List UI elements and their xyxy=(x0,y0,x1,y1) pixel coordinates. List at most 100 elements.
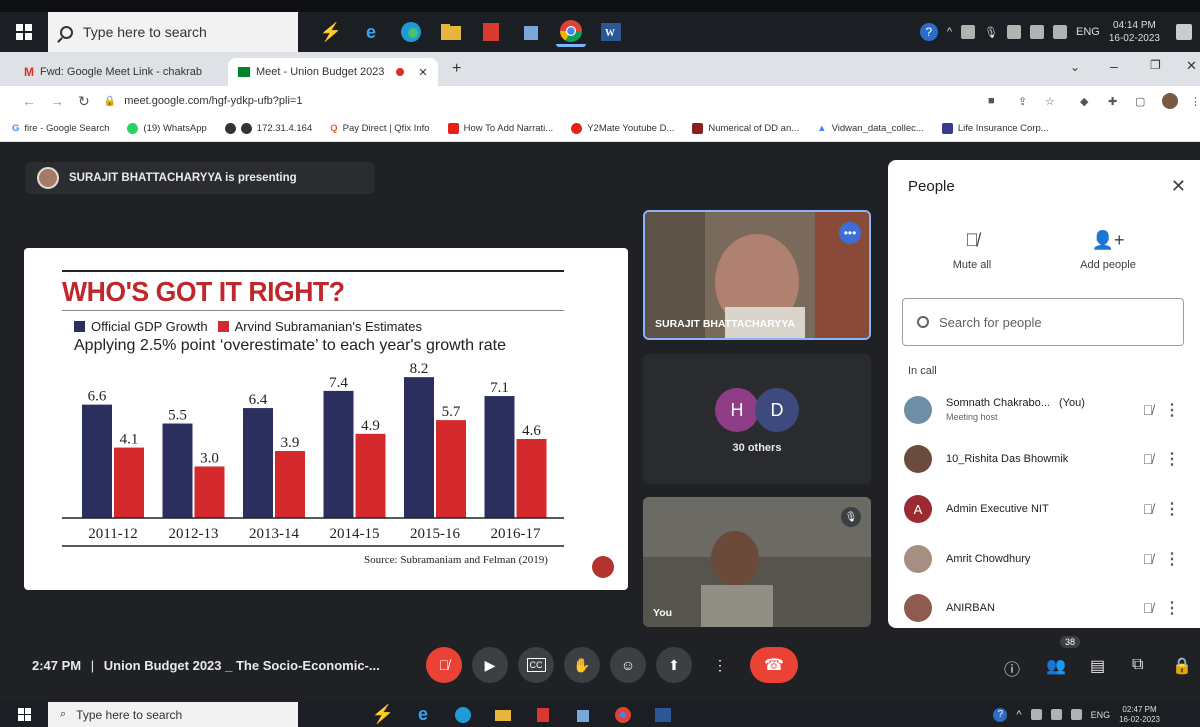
new-tab-icon[interactable]: + xyxy=(452,60,461,78)
store-icon[interactable] xyxy=(568,704,598,726)
more-options-icon[interactable]: ⋮ xyxy=(1160,400,1184,420)
minimize-icon[interactable]: – xyxy=(1110,58,1118,74)
chevron-up-icon[interactable]: ^ xyxy=(947,26,952,38)
participant-row[interactable]: ANIRBAN 🎙̸ ⋮ xyxy=(904,588,1184,628)
help-icon[interactable]: ? xyxy=(919,23,938,41)
pdf-icon[interactable] xyxy=(528,704,558,726)
help-icon[interactable]: ? xyxy=(993,707,1008,722)
language-indicator[interactable]: ENG xyxy=(1091,710,1111,720)
taskbar-search[interactable]: Type here to search xyxy=(48,12,298,52)
app-icon[interactable]: ⚡ xyxy=(316,17,346,47)
chrome-icon[interactable] xyxy=(556,17,586,47)
meeting-details-icon[interactable]: ⓘ xyxy=(1004,656,1020,680)
leave-call-button[interactable]: ☎ xyxy=(750,647,798,683)
captions-button[interactable]: CC xyxy=(518,647,554,683)
more-options-icon[interactable]: ⋮ xyxy=(1160,449,1184,469)
more-options-button[interactable]: ⋮ xyxy=(702,647,738,683)
sidepanel-icon[interactable]: ▢ xyxy=(1135,95,1145,108)
presenter-tile[interactable]: ••• SURAJIT BHATTACHARYYA xyxy=(643,210,871,340)
close-window-icon[interactable]: ✕ xyxy=(1186,58,1197,74)
extension-icon[interactable]: ◆ xyxy=(1080,95,1088,108)
profile-avatar[interactable] xyxy=(1162,93,1178,109)
url-input[interactable]: meet.google.com/hgf-ydkp-ufb?pli=1 xyxy=(124,95,302,107)
people-icon[interactable]: 👥 xyxy=(1046,656,1066,676)
taskbar-search[interactable]: ⌕ Type here to search xyxy=(48,702,298,727)
more-options-icon[interactable]: ⋮ xyxy=(1160,598,1184,618)
share-icon[interactable]: ⇪ xyxy=(1018,95,1027,108)
more-options-icon[interactable]: ⋮ xyxy=(1160,549,1184,569)
muted-mic-icon[interactable]: 🎙̸ xyxy=(1136,501,1160,517)
more-options-icon[interactable]: ⋮ xyxy=(1160,499,1184,519)
others-tile[interactable]: H D 30 others xyxy=(643,354,871,484)
notification-icon[interactable] xyxy=(1176,24,1192,40)
bookmark-item[interactable]: Y2Mate Youtube D... xyxy=(571,123,674,134)
forward-icon[interactable]: → xyxy=(50,93,64,109)
participant-row[interactable]: A Admin Executive NIT 🎙̸ ⋮ xyxy=(904,489,1184,529)
pdf-icon[interactable] xyxy=(476,17,506,47)
chrome-icon[interactable] xyxy=(608,704,638,726)
app-icon[interactable]: ⚡ xyxy=(368,704,398,726)
bookmark-item[interactable]: Gfire - Google Search xyxy=(12,123,109,134)
chevron-down-icon[interactable]: ⌄ xyxy=(1070,60,1080,74)
bookmark-item[interactable]: Numerical of DD an... xyxy=(692,123,799,134)
microphone-icon[interactable]: 🎙 xyxy=(984,26,998,39)
present-button[interactable]: ⬆ xyxy=(656,647,692,683)
participant-row[interactable]: 10_Rishita Das Bhowmik 🎙̸ ⋮ xyxy=(904,439,1184,479)
muted-mic-icon[interactable]: 🎙̸ xyxy=(1136,600,1160,616)
network-icon[interactable] xyxy=(1050,709,1062,720)
folder-icon[interactable] xyxy=(488,704,518,726)
camera-toggle-button[interactable]: ▶ xyxy=(472,647,508,683)
bookmark-item[interactable]: Q Pay Direct | Qfix Info xyxy=(330,123,429,134)
store-icon[interactable] xyxy=(516,17,546,47)
participant-row[interactable]: Amrit Chowdhury 🎙̸ ⋮ xyxy=(904,539,1184,579)
bookmark-item[interactable]: Life Insurance Corp... xyxy=(941,123,1049,134)
bookmark-item[interactable]: (19) WhatsApp xyxy=(127,123,207,134)
activities-icon[interactable]: ⧉ xyxy=(1132,656,1143,674)
add-people-button[interactable]: 👤+ Add people xyxy=(1048,230,1168,271)
volume-icon[interactable] xyxy=(1070,709,1082,720)
volume-icon[interactable] xyxy=(1030,25,1044,39)
tab-meet[interactable]: Meet - Union Budget 2023 ✕ xyxy=(228,58,438,86)
raise-hand-button[interactable]: ✋ xyxy=(564,647,600,683)
bookmark-item[interactable]: 172.31.4.164 xyxy=(224,123,312,134)
ie-icon[interactable]: e xyxy=(356,17,386,47)
tab-gmail[interactable]: M Fwd: Google Meet Link - chakrab xyxy=(14,58,224,86)
puzzle-icon[interactable]: ✚ xyxy=(1108,95,1117,108)
close-panel-icon[interactable]: ✕ xyxy=(1171,176,1186,197)
network-icon[interactable] xyxy=(1007,25,1021,39)
clock[interactable]: 02:47 PM 16-02-2023 xyxy=(1119,705,1160,725)
muted-mic-icon[interactable]: 🎙̸ xyxy=(1136,451,1160,467)
start-button[interactable] xyxy=(0,12,48,52)
tray-app-icon[interactable] xyxy=(1030,709,1042,720)
bookmark-item[interactable]: How To Add Narrati... xyxy=(447,123,553,134)
self-tile[interactable]: 🎙 You xyxy=(643,497,871,627)
back-icon[interactable]: ← xyxy=(22,93,36,109)
edge-icon[interactable] xyxy=(396,17,426,47)
menu-dots-icon[interactable]: ⋮ xyxy=(1190,95,1200,108)
people-search-input[interactable]: Search for people xyxy=(902,298,1184,346)
close-tab-icon[interactable]: ✕ xyxy=(418,66,427,79)
folder-icon[interactable] xyxy=(436,17,466,47)
language-indicator[interactable]: ENG xyxy=(1076,26,1100,38)
mic-toggle-button[interactable]: 🎙̸ xyxy=(426,647,462,683)
participant-row[interactable]: Somnath Chakrabo... (You) Meeting host 🎙… xyxy=(904,390,1184,430)
ie-icon[interactable]: e xyxy=(408,704,438,726)
camera-icon[interactable]: ■ xyxy=(988,95,995,107)
mute-all-button[interactable]: 🎙̸ Mute all xyxy=(912,230,1032,271)
word-icon[interactable]: W xyxy=(596,17,626,47)
edge-icon[interactable] xyxy=(448,704,478,726)
host-controls-icon[interactable]: 🔒 xyxy=(1172,656,1192,676)
bookmark-star-icon[interactable]: ☆ xyxy=(1045,95,1055,108)
battery-icon[interactable] xyxy=(1053,25,1067,39)
restore-icon[interactable]: ❐ xyxy=(1150,58,1161,72)
clock[interactable]: 04:14 PM 16-02-2023 xyxy=(1109,19,1160,45)
muted-mic-icon[interactable]: 🎙̸ xyxy=(1136,551,1160,567)
reactions-button[interactable]: ☺ xyxy=(610,647,646,683)
muted-mic-icon[interactable]: 🎙̸ xyxy=(1136,402,1160,418)
chat-icon[interactable]: ▤ xyxy=(1090,656,1105,676)
lock-icon[interactable]: 🔒 xyxy=(104,96,116,107)
start-button[interactable] xyxy=(0,702,48,727)
reload-icon[interactable]: ↻ xyxy=(78,93,90,110)
bookmark-item[interactable]: ▲ Vidwan_data_collec... xyxy=(817,123,924,134)
more-options-icon[interactable]: ••• xyxy=(839,222,861,244)
